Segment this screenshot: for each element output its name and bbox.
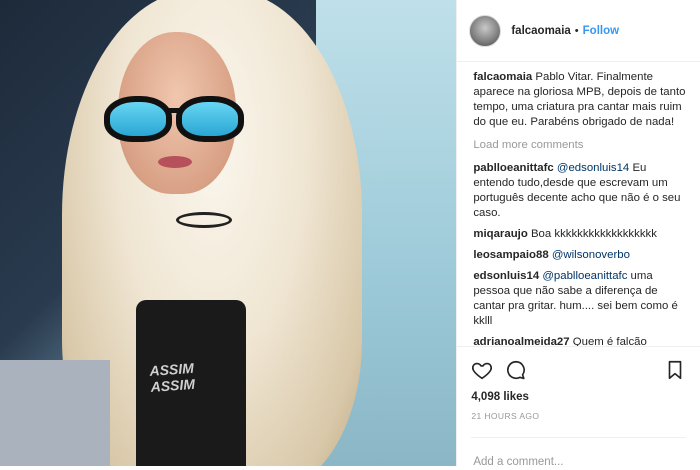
- comment-username[interactable]: pablloeanittafc: [473, 162, 553, 174]
- caption: falcaomaia Pablo Vitar. Finalmente apare…: [473, 70, 688, 130]
- likes-count[interactable]: 4,098 likes: [471, 391, 686, 403]
- sunglasses-left-lens: [104, 96, 172, 142]
- add-comment-input[interactable]: [471, 455, 690, 469]
- comment-text: Boa kkkkkkkkkkkkkkkkkk: [530, 228, 657, 240]
- avatar[interactable]: [469, 14, 502, 47]
- photo-lips: [158, 156, 192, 168]
- comment-mention[interactable]: @wilsonoverbo: [552, 249, 630, 261]
- comment-mention[interactable]: @edsonluis14: [557, 162, 629, 174]
- comment-item: pablloeanittafc @edsonluis14 Eu entendo …: [473, 161, 688, 221]
- photo-shirt-print: ASSIM ASSIM: [148, 359, 196, 395]
- comment-item: edsonluis14 @pablloeanittafc uma pessoa …: [473, 269, 688, 329]
- caption-username[interactable]: falcaomaia: [473, 71, 532, 83]
- post-side-panel: falcaomaia • Follow falcaomaia Pablo Vit…: [456, 0, 700, 469]
- comment-username[interactable]: leosampaio88: [473, 249, 548, 261]
- comment-username[interactable]: adrianoalmeida27: [473, 336, 569, 346]
- comment-username[interactable]: miqaraujo: [473, 228, 527, 240]
- photo-choker: [176, 212, 232, 228]
- comment-item: miqaraujo Boa kkkkkkkkkkkkkkkkkk: [473, 227, 688, 242]
- add-comment-bar: [471, 437, 690, 470]
- post-photo[interactable]: ASSIM ASSIM: [0, 0, 457, 466]
- comment-item: leosampaio88 @wilsonoverbo: [473, 248, 688, 263]
- post-header: falcaomaia • Follow: [457, 0, 700, 62]
- instagram-post: ASSIM ASSIM falcaomaia • Follow falcaoma…: [0, 0, 700, 469]
- comment-username[interactable]: edsonluis14: [473, 270, 539, 282]
- comment-icon[interactable]: [505, 359, 527, 381]
- photo-jacket: [0, 360, 110, 466]
- sunglasses-right-lens: [176, 96, 244, 142]
- post-timestamp: 21 HOURS AGO: [471, 411, 540, 421]
- comment-item: adrianoalmeida27 Quem é falcão mesmo? Ah…: [473, 335, 688, 346]
- header-separator: •: [574, 24, 579, 37]
- heart-icon[interactable]: [471, 359, 493, 381]
- comment-mention[interactable]: @pablloeanittafc: [542, 270, 627, 282]
- header-username[interactable]: falcaomaia: [511, 25, 570, 37]
- bookmark-icon[interactable]: [664, 359, 686, 381]
- comments-list[interactable]: falcaomaia Pablo Vitar. Finalmente apare…: [457, 62, 700, 346]
- load-more-comments-button[interactable]: Load more comments: [473, 138, 688, 153]
- post-actions: 4,098 likes 21 HOURS AGO: [457, 346, 700, 469]
- follow-button[interactable]: Follow: [583, 25, 619, 37]
- action-icons: [471, 355, 686, 385]
